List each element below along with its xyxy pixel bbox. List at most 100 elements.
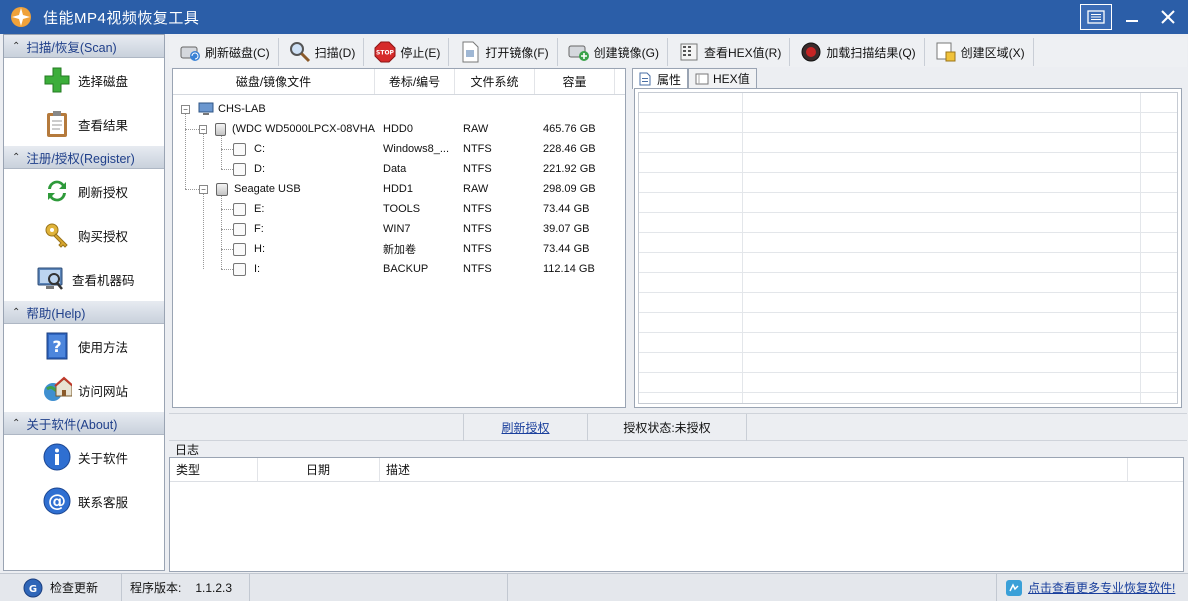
hard-disk-icon (215, 122, 226, 136)
computer-node-icon (198, 102, 214, 116)
col-header-disk[interactable]: 磁盘/镜像文件 (173, 69, 375, 94)
partition-checkbox[interactable] (233, 242, 246, 256)
disk-add-icon (568, 41, 590, 63)
stop-sign-icon: STOP (374, 41, 396, 63)
hex-tab-icon (695, 73, 709, 85)
sidebar-item-refresh-license[interactable]: 刷新授权 (4, 169, 164, 213)
property-tabs: 属性 HEX值 (632, 68, 757, 89)
sidebar-item-buy-license[interactable]: 购买授权 (4, 213, 164, 257)
log-label: 日志 (175, 443, 200, 457)
col-header-label[interactable]: 卷标/编号 (375, 69, 455, 94)
svg-text:G: G (29, 584, 37, 595)
collapse-icon: ⌃ (12, 306, 21, 318)
update-globe-icon: G (22, 577, 44, 599)
tree-header: 磁盘/镜像文件 卷标/编号 文件系统 容量 (173, 69, 625, 95)
sidebar-header-register[interactable]: ⌃ 注册/授权(Register) (4, 146, 164, 169)
globe-home-icon (42, 375, 72, 405)
disk-tree-panel: 磁盘/镜像文件 卷标/编号 文件系统 容量 − CHS-LAB − (WDC W… (172, 68, 626, 408)
col-header-fs[interactable]: 文件系统 (455, 69, 535, 94)
sidebar-item-select-disk[interactable]: 选择磁盘 (4, 58, 164, 102)
minimize-button[interactable] (1116, 4, 1148, 30)
check-update-button[interactable]: G 检查更新 (0, 574, 122, 601)
record-icon (800, 41, 822, 63)
partition-checkbox[interactable] (233, 162, 246, 176)
log-col-date[interactable]: 日期 (258, 458, 380, 481)
sidebar-item-machine-code[interactable]: 查看机器码 (4, 257, 164, 301)
sidebar: ⌃ 扫描/恢复(Scan) 选择磁盘 查看结果 ⌃ 注册/授权(Register… (3, 34, 165, 571)
collapse-icon: ⌃ (12, 151, 21, 163)
window-title: 佳能MP4视频恢复工具 (43, 9, 200, 27)
version-label: 程序版本: (130, 581, 182, 595)
open-image-button[interactable]: 打开镜像(F) (449, 38, 558, 66)
log-col-type[interactable]: 类型 (170, 458, 258, 481)
partition-checkbox[interactable] (233, 142, 246, 156)
log-panel: 类型 日期 描述 (169, 457, 1184, 572)
disk-refresh-icon (179, 41, 201, 63)
sidebar-item-about[interactable]: 关于软件 (4, 435, 164, 479)
log-header: 类型 日期 描述 (170, 458, 1183, 482)
col-header-size[interactable]: 容量 (535, 69, 615, 94)
tree-row[interactable]: C: Windows8_... NTFS 228.46 GB (173, 139, 625, 159)
computer-icon (36, 264, 66, 294)
status-bar: G 检查更新 程序版本: 1.1.2.3 点击查看更多专业恢复软件! (0, 573, 1188, 601)
partition-checkbox[interactable] (233, 202, 246, 216)
menu-button[interactable] (1080, 4, 1112, 30)
svg-text:@: @ (48, 491, 66, 512)
link-chip-icon (1005, 579, 1023, 597)
close-button[interactable] (1152, 4, 1184, 30)
clipboard-icon (42, 109, 72, 139)
collapse-toggle[interactable]: − (181, 104, 190, 114)
refresh-license-link[interactable]: 刷新授权 (501, 419, 549, 436)
scan-button[interactable]: 扫描(D) (279, 38, 365, 66)
sidebar-header-about[interactable]: ⌃ 关于软件(About) (4, 412, 164, 435)
collapse-toggle[interactable]: − (199, 124, 208, 134)
create-region-button[interactable]: 创建区域(X) (925, 38, 1034, 66)
tree-row[interactable]: − Seagate USB HDD1 RAW 298.09 GB (173, 179, 625, 199)
close-icon (1161, 10, 1175, 24)
log-col-desc[interactable]: 描述 (380, 458, 1128, 481)
tab-properties[interactable]: 属性 (632, 68, 689, 89)
menu-icon (1087, 10, 1105, 24)
tab-hex[interactable]: HEX值 (688, 68, 757, 88)
tree-row[interactable]: H: 新加卷 NTFS 73.44 GB (173, 239, 625, 259)
properties-panel (634, 88, 1182, 408)
sidebar-item-contact[interactable]: @ 联系客服 (4, 479, 164, 523)
refresh-disk-button[interactable]: 刷新磁盘(C) (169, 38, 279, 66)
tree-row[interactable]: F: WIN7 NTFS 39.07 GB (173, 219, 625, 239)
hex-grid-icon (678, 41, 700, 63)
info-icon (42, 442, 72, 472)
sidebar-header-help[interactable]: ⌃ 帮助(Help) (4, 301, 164, 324)
view-hex-button[interactable]: 查看HEX值(R) (668, 38, 791, 66)
title-bar: 佳能MP4视频恢复工具 (0, 0, 1188, 34)
tree-row[interactable]: E: TOOLS NTFS 73.44 GB (173, 199, 625, 219)
sidebar-item-view-results[interactable]: 查看结果 (4, 102, 164, 146)
app-logo-icon (9, 5, 33, 29)
sidebar-item-visit-website[interactable]: 访问网站 (4, 368, 164, 412)
more-software-link[interactable]: 点击查看更多专业恢复软件! (996, 574, 1188, 601)
minimize-icon (1126, 20, 1138, 22)
collapse-icon: ⌃ (12, 40, 21, 52)
partition-checkbox[interactable] (233, 262, 246, 276)
key-icon (42, 220, 72, 250)
document-icon (639, 72, 651, 86)
tree-row[interactable]: − (WDC WD5000LPCX-08VHA HDD0 RAW 465.76 … (173, 119, 625, 139)
refresh-icon (42, 176, 72, 206)
at-icon: @ (42, 486, 72, 516)
stop-button[interactable]: STOP 停止(E) (364, 38, 450, 66)
tree-row[interactable]: D: Data NTFS 221.92 GB (173, 159, 625, 179)
hard-disk-icon (216, 182, 228, 196)
tree-row[interactable]: I: BACKUP NTFS 112.14 GB (173, 259, 625, 279)
plus-icon (42, 65, 72, 95)
create-image-button[interactable]: 创建镜像(G) (558, 38, 668, 66)
tree-row[interactable]: − CHS-LAB (173, 99, 625, 119)
collapse-toggle[interactable]: − (199, 184, 208, 194)
version-value: 1.1.2.3 (195, 580, 233, 595)
license-bar: 刷新授权 授权状态:未授权 (169, 413, 1187, 441)
sidebar-item-usage[interactable]: ? 使用方法 (4, 324, 164, 368)
sidebar-header-scan[interactable]: ⌃ 扫描/恢复(Scan) (4, 35, 164, 58)
partition-checkbox[interactable] (233, 222, 246, 236)
open-file-icon (459, 41, 481, 63)
license-status: 授权状态:未授权 (623, 421, 711, 435)
magnifier-icon (289, 41, 311, 63)
load-scan-results-button[interactable]: 加载扫描结果(Q) (790, 38, 925, 66)
